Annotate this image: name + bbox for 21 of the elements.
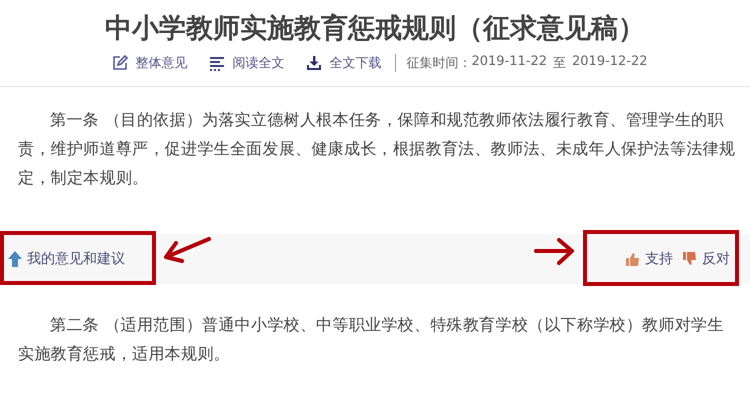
article-paragraph: 第一条 （目的依据）为落实立德树人根本任务，保障和规范教师依法履行教育、管理学生的职责，维护师道尊严，促进学生全面发展、健康成长，根据教育法、教师法、未成年人保护法等法律规定，制定本规则。 xyxy=(18,109,736,189)
annotation-arrow xyxy=(533,237,577,267)
oppose-button[interactable]: 反对 xyxy=(683,250,730,268)
thumbs-down-icon xyxy=(683,252,697,266)
read-link[interactable]: 阅读全文 xyxy=(209,54,284,72)
page-title: 中小学教师实施教育惩戒规则（征求意见稿） xyxy=(104,12,646,46)
article-paragraph: 第二条 （适用范围）普通中小学校、中等职业学校、特殊教育学校（以下称学校）教师对学生实施教育惩戒，适用本规则。 xyxy=(18,314,725,365)
thumbs-up-icon xyxy=(626,252,640,266)
start-date: 2019-11-22 xyxy=(471,54,547,71)
support-button[interactable]: 支持 xyxy=(626,250,673,268)
download-icon xyxy=(306,55,322,71)
date-separator: 至 xyxy=(553,55,566,72)
period-label: 征集时间： xyxy=(406,55,472,72)
end-date: 2019-12-22 xyxy=(572,54,648,71)
comment-link[interactable]: 我的意见和建议 xyxy=(8,250,125,268)
annotation-arrow xyxy=(163,237,211,265)
download-link[interactable]: 全文下载 xyxy=(306,54,382,72)
list-icon xyxy=(209,55,226,71)
arrow-up-icon xyxy=(8,251,22,267)
edit-icon xyxy=(112,55,128,71)
comment-link[interactable]: 整体意见 xyxy=(112,54,188,72)
